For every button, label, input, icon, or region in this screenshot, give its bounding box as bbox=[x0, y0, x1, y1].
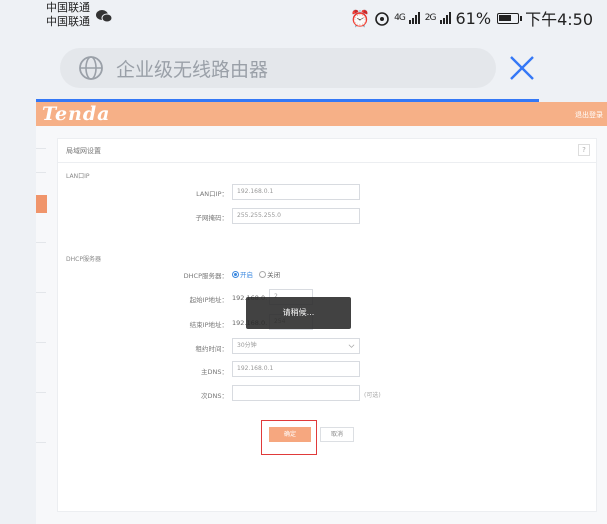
dhcp-off-label[interactable]: 关闭 bbox=[267, 271, 280, 279]
lease-value: 30分钟 bbox=[237, 342, 257, 349]
sidebar-item[interactable] bbox=[36, 242, 46, 243]
sidebar-item[interactable] bbox=[36, 392, 46, 393]
sidebar-item[interactable] bbox=[36, 172, 46, 173]
close-icon[interactable] bbox=[506, 52, 538, 84]
alarm-icon: ⏰ bbox=[350, 8, 371, 28]
chevron-down-icon bbox=[348, 344, 355, 348]
battery-icon bbox=[497, 12, 523, 24]
panel-title: 局域网设置 bbox=[66, 147, 101, 155]
signal-bars-icon-2 bbox=[439, 12, 451, 24]
carrier-2: 中国联通 bbox=[46, 15, 90, 28]
end-ip-label: 结束IP地址： bbox=[189, 321, 228, 329]
lan-section-label: LAN口IP bbox=[66, 173, 90, 180]
lease-select[interactable]: 30分钟 bbox=[232, 338, 360, 354]
dhcp-section-label: DHCP服务器 bbox=[66, 256, 101, 263]
sidebar-item[interactable] bbox=[36, 292, 46, 293]
status-indicators: ⏰ 4G 2G 61% 下午4:50 bbox=[350, 6, 593, 30]
signal-bars-icon bbox=[408, 12, 420, 24]
logout-link[interactable]: 退出登录 bbox=[575, 110, 603, 120]
address-bar[interactable]: 企业级无线路由器 bbox=[60, 48, 496, 88]
signal-2g-label: 2G bbox=[424, 13, 437, 23]
lan-ip-label: LAN口IP： bbox=[196, 190, 228, 198]
dhcp-on-label[interactable]: 开启 bbox=[240, 271, 253, 279]
cancel-button[interactable]: 取消 bbox=[320, 427, 354, 442]
router-page: Tenda 退出登录 局域网设置 ? LAN口IP LAN口IP： 192.16… bbox=[36, 102, 607, 524]
dns2-label: 次DNS： bbox=[201, 392, 228, 400]
carrier-labels: 中国联通 中国联通 bbox=[46, 1, 90, 29]
subnet-input[interactable]: 255.255.255.0 bbox=[232, 208, 360, 224]
lease-label: 租约时间： bbox=[195, 345, 229, 353]
lan-ip-input[interactable]: 192.168.0.1 bbox=[232, 184, 360, 200]
sidebar-item[interactable] bbox=[36, 342, 46, 343]
signal-4g-label: 4G bbox=[394, 13, 406, 23]
dns1-input[interactable]: 192.168.0.1 bbox=[232, 361, 360, 377]
dhcp-on-radio[interactable] bbox=[232, 271, 239, 278]
dns2-input[interactable] bbox=[232, 385, 360, 401]
globe-icon bbox=[79, 56, 103, 80]
subnet-label: 子网掩码： bbox=[195, 214, 229, 222]
dhcp-radio-group: 开启 关闭 bbox=[232, 269, 284, 279]
loading-toast: 请稍候... bbox=[246, 297, 351, 329]
battery-percent: 61% bbox=[455, 8, 492, 28]
start-ip-label: 起始IP地址： bbox=[189, 296, 228, 304]
optional-hint: (可选) bbox=[364, 392, 381, 399]
panel-header: 局域网设置 ? bbox=[58, 139, 596, 163]
wechat-icon bbox=[96, 10, 112, 23]
dhcp-off-radio[interactable] bbox=[259, 271, 267, 278]
sidebar-item[interactable] bbox=[36, 148, 46, 149]
sidebar-item[interactable] bbox=[36, 442, 46, 443]
sidebar-item-active[interactable] bbox=[36, 195, 47, 213]
dhcp-server-label: DHCP服务器： bbox=[183, 272, 228, 280]
eye-icon bbox=[375, 12, 389, 26]
highlight-box bbox=[261, 420, 317, 455]
carrier-1: 中国联通 bbox=[46, 1, 90, 14]
page-title: 企业级无线路由器 bbox=[116, 58, 269, 81]
brand-logo: Tenda bbox=[42, 103, 111, 125]
router-header: Tenda 退出登录 bbox=[36, 102, 607, 126]
dns1-label: 主DNS： bbox=[201, 368, 228, 376]
clock: 下午4:50 bbox=[525, 10, 593, 29]
status-bar: 中国联通 中国联通 ⏰ 4G 2G 61% 下午4:50 bbox=[0, 0, 607, 36]
help-icon[interactable]: ? bbox=[578, 144, 590, 156]
